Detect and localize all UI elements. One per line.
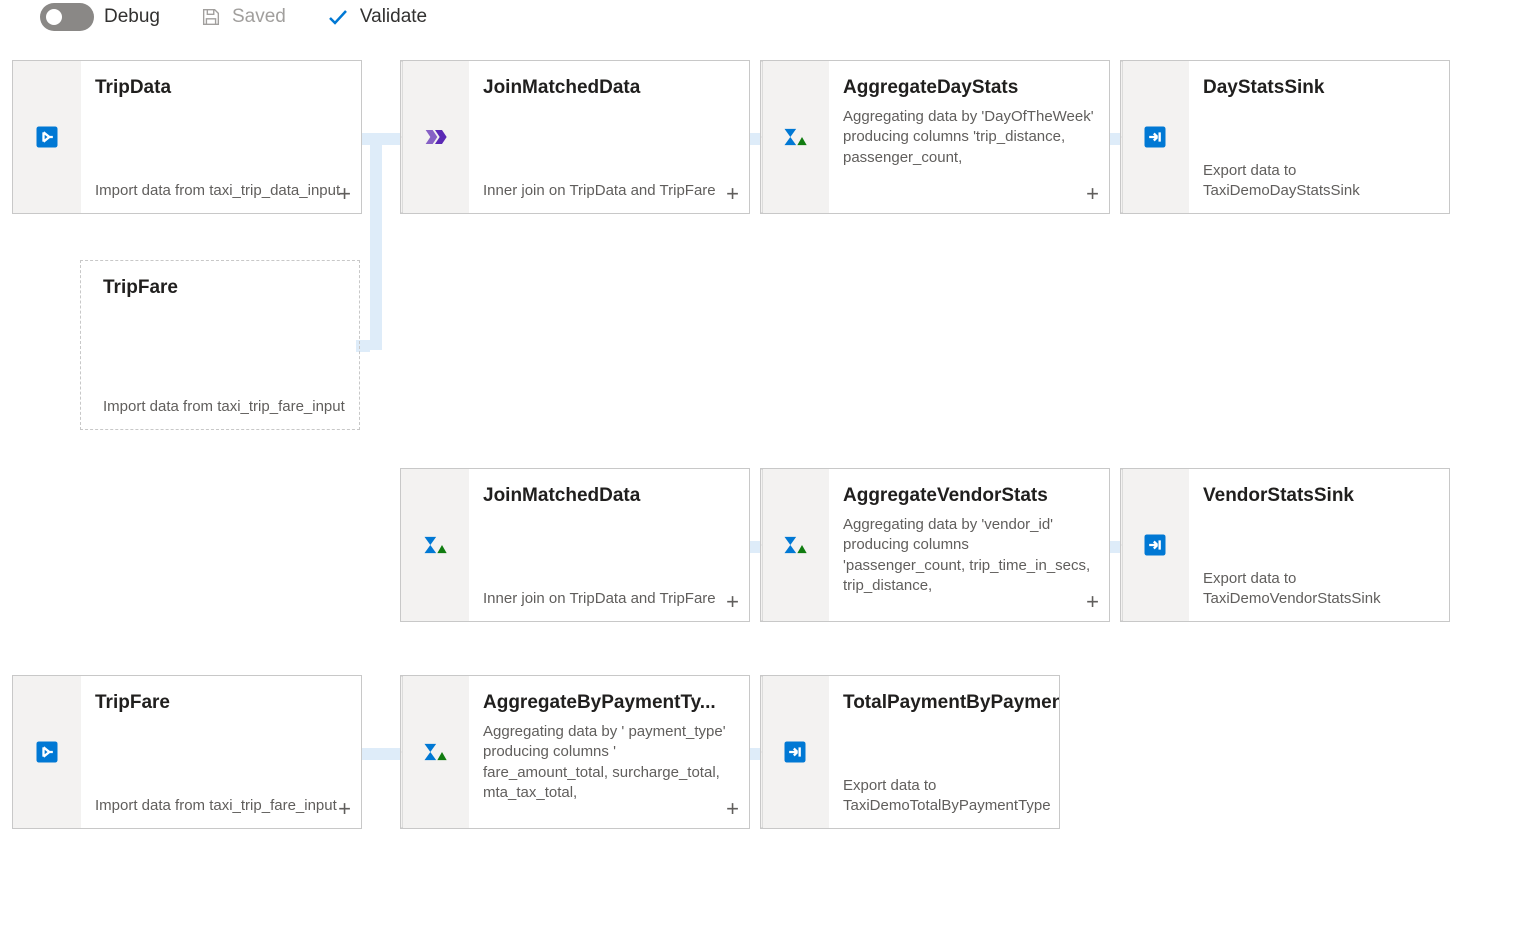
node-desc: Export data to TaxiDemoDayStatsSink	[1203, 161, 1435, 202]
node-content: TripData Import data from taxi_trip_data…	[81, 61, 361, 213]
add-step-button[interactable]: +	[1086, 591, 1099, 613]
node-desc: Import data from taxi_trip_fare_input	[103, 397, 345, 417]
node-title: JoinMatchedData	[483, 485, 735, 507]
node-title: TotalPaymentByPaymen...	[843, 692, 1060, 714]
node-content: DayStatsSink Export data to TaxiDemoDayS…	[1189, 61, 1449, 213]
node-title: AggregateByPaymentTy...	[483, 692, 735, 714]
sink-icon	[781, 738, 809, 766]
node-desc: Inner join on TripData and TripFare	[483, 589, 735, 609]
add-step-button[interactable]: +	[726, 591, 739, 613]
add-step-button[interactable]: +	[1086, 183, 1099, 205]
node-desc: Inner join on TripData and TripFare	[483, 181, 735, 201]
aggregate-icon	[421, 738, 449, 766]
node-icon-box	[761, 676, 829, 828]
source-icon	[33, 738, 61, 766]
link	[370, 145, 382, 350]
node-desc: Export data to TaxiDemoVendorStatsSink	[1203, 569, 1435, 610]
node-aggregatebypaymenttype[interactable]: AggregateByPaymentTy... Aggregating data…	[400, 675, 750, 829]
node-aggregatedaystats[interactable]: AggregateDayStats Aggregating data by 'D…	[760, 60, 1110, 214]
add-step-button[interactable]: +	[338, 183, 351, 205]
toolbar: Debug Saved Validate	[0, 0, 1530, 40]
validate-label: Validate	[360, 6, 427, 28]
sink-icon	[1141, 531, 1169, 559]
chevron-out-icon	[1109, 469, 1110, 621]
chevron-out-icon	[359, 261, 360, 429]
node-tripfare-ghost[interactable]: TripFare Import data from taxi_trip_fare…	[80, 260, 360, 430]
node-title: DayStatsSink	[1203, 77, 1435, 99]
node-desc: Aggregating data by ' payment_type' prod…	[483, 722, 735, 803]
node-vendorstatssink[interactable]: VendorStatsSink Export data to TaxiDemoV…	[1120, 468, 1450, 622]
chevron-out-icon	[1109, 61, 1110, 213]
node-content: TotalPaymentByPaymen... Export data to T…	[829, 676, 1060, 828]
add-step-button[interactable]: +	[338, 798, 351, 820]
node-tripfare[interactable]: TripFare Import data from taxi_trip_fare…	[12, 675, 362, 829]
node-joinmatched-1[interactable]: JoinMatchedData Inner join on TripData a…	[400, 60, 750, 214]
validate-button[interactable]: Validate	[326, 5, 427, 29]
node-content: TripFare Import data from taxi_trip_fare…	[81, 261, 359, 429]
node-desc: Aggregating data by 'DayOfTheWeek' produ…	[843, 107, 1095, 168]
source-icon	[33, 123, 61, 151]
node-content: AggregateDayStats Aggregating data by 'D…	[829, 61, 1109, 213]
node-title: TripFare	[95, 692, 347, 714]
saved-status: Saved	[200, 6, 286, 28]
node-content: JoinMatchedData Inner join on TripData a…	[469, 469, 749, 621]
debug-label: Debug	[104, 6, 160, 28]
debug-toggle-group: Debug	[40, 3, 160, 31]
flow-canvas[interactable]: TripData Import data from taxi_trip_data…	[0, 40, 1530, 928]
node-icon-box	[401, 469, 469, 621]
node-icon-box	[401, 676, 469, 828]
chevron-out-icon	[749, 469, 750, 621]
node-daystatssink[interactable]: DayStatsSink Export data to TaxiDemoDayS…	[1120, 60, 1450, 214]
node-icon-box	[13, 61, 81, 213]
debug-toggle[interactable]	[40, 3, 94, 31]
node-desc: Import data from taxi_trip_fare_input	[95, 796, 347, 816]
node-title: AggregateVendorStats	[843, 485, 1095, 507]
node-title: TripData	[95, 77, 347, 99]
node-icon-box	[13, 676, 81, 828]
node-aggregatevendorstats[interactable]: AggregateVendorStats Aggregating data by…	[760, 468, 1110, 622]
node-icon-box	[761, 469, 829, 621]
node-tripdata[interactable]: TripData Import data from taxi_trip_data…	[12, 60, 362, 214]
node-title: JoinMatchedData	[483, 77, 735, 99]
aggregate-icon	[781, 123, 809, 151]
node-desc: Aggregating data by 'vendor_id' producin…	[843, 515, 1095, 596]
node-content: VendorStatsSink Export data to TaxiDemoV…	[1189, 469, 1449, 621]
node-icon-box	[401, 61, 469, 213]
node-desc: Export data to TaxiDemoTotalByPaymentTyp…	[843, 776, 1060, 817]
saved-label: Saved	[232, 6, 286, 28]
sink-icon	[1141, 123, 1169, 151]
chevron-out-icon	[361, 676, 362, 828]
node-icon-box	[761, 61, 829, 213]
chevron-out-icon	[749, 676, 750, 828]
join-icon	[421, 123, 449, 151]
add-step-button[interactable]: +	[726, 798, 739, 820]
save-icon	[200, 6, 222, 28]
node-title: AggregateDayStats	[843, 77, 1095, 99]
aggregate-icon	[421, 531, 449, 559]
node-icon-box	[1121, 61, 1189, 213]
node-desc: Import data from taxi_trip_data_input	[95, 181, 347, 201]
aggregate-icon	[781, 531, 809, 559]
node-title: TripFare	[103, 277, 345, 299]
node-content: JoinMatchedData Inner join on TripData a…	[469, 61, 749, 213]
chevron-out-icon	[361, 61, 362, 213]
node-title: VendorStatsSink	[1203, 485, 1435, 507]
node-joinmatched-2[interactable]: JoinMatchedData Inner join on TripData a…	[400, 468, 750, 622]
add-step-button[interactable]: +	[726, 183, 739, 205]
node-content: AggregateVendorStats Aggregating data by…	[829, 469, 1109, 621]
node-content: AggregateByPaymentTy... Aggregating data…	[469, 676, 749, 828]
check-icon	[326, 5, 350, 29]
chevron-out-icon	[749, 61, 750, 213]
node-totalpaymentbypayment[interactable]: TotalPaymentByPaymen... Export data to T…	[760, 675, 1060, 829]
node-icon-box	[1121, 469, 1189, 621]
node-content: TripFare Import data from taxi_trip_fare…	[81, 676, 361, 828]
